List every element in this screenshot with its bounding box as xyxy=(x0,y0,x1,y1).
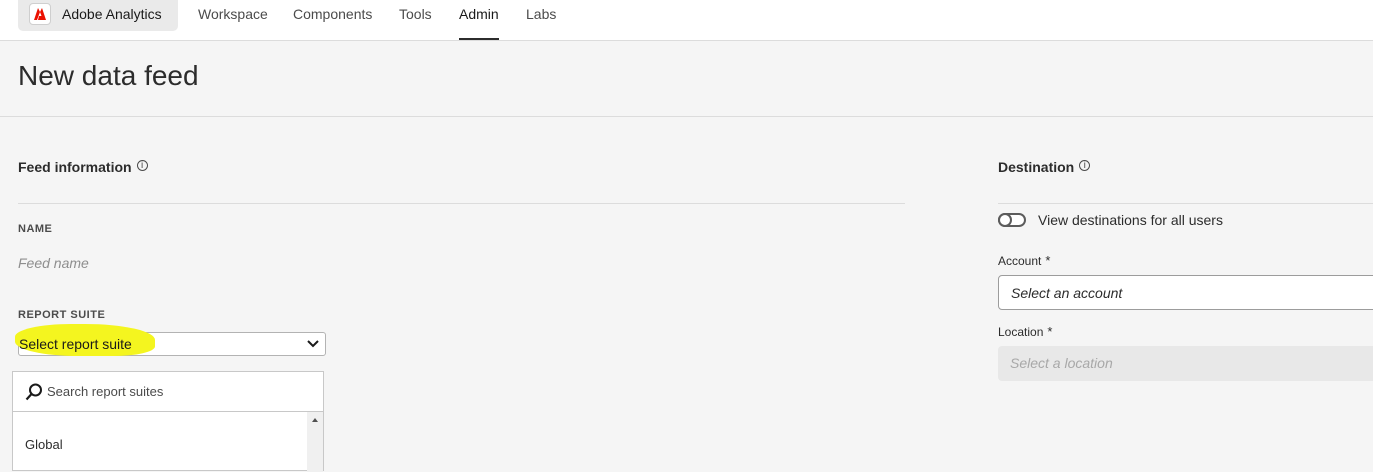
account-label: Account * xyxy=(998,253,1050,268)
report-suite-search[interactable]: Search report suites xyxy=(13,372,323,412)
location-label: Location * xyxy=(998,324,1052,339)
location-select[interactable]: Select a location xyxy=(998,346,1373,381)
report-suite-value: Select report suite xyxy=(19,336,132,352)
app-name: Adobe Analytics xyxy=(62,6,162,22)
feed-name-input[interactable]: Feed name xyxy=(18,255,89,271)
destination-heading: Destination i xyxy=(998,159,1091,175)
nav-tools[interactable]: Tools xyxy=(399,6,432,40)
nav-labs[interactable]: Labs xyxy=(526,6,556,40)
feed-information-title: Feed information xyxy=(18,159,132,175)
location-placeholder: Select a location xyxy=(1010,355,1113,371)
top-navigation: Adobe Analytics Workspace Components Too… xyxy=(0,0,1373,41)
section-divider xyxy=(18,203,905,204)
account-placeholder: Select an account xyxy=(1011,285,1123,301)
required-indicator: * xyxy=(1047,324,1053,339)
nav-admin[interactable]: Admin xyxy=(459,6,499,40)
view-all-destinations-toggle[interactable] xyxy=(998,213,1026,227)
header-divider xyxy=(0,116,1373,117)
toggle-label: View destinations for all users xyxy=(1038,212,1223,228)
info-icon[interactable]: i xyxy=(1079,160,1091,171)
name-label: NAME xyxy=(18,223,53,235)
option-global[interactable]: Global xyxy=(25,437,63,452)
feed-information-heading: Feed information i xyxy=(18,159,148,175)
nav-workspace[interactable]: Workspace xyxy=(198,6,268,40)
account-select[interactable]: Select an account xyxy=(998,275,1373,310)
info-icon[interactable]: i xyxy=(136,160,148,171)
app-switcher[interactable]: Adobe Analytics xyxy=(18,0,178,31)
search-placeholder: Search report suites xyxy=(47,384,164,399)
report-suite-dropdown: Search report suites Global xyxy=(12,371,324,472)
report-suite-select[interactable]: Select report suite xyxy=(15,324,326,356)
toggle-knob xyxy=(998,213,1012,227)
search-icon xyxy=(25,383,42,401)
scroll-up-arrow-icon[interactable] xyxy=(312,418,318,422)
destination-divider xyxy=(998,203,1373,204)
nav-components[interactable]: Components xyxy=(293,6,372,40)
adobe-logo-icon xyxy=(29,3,51,25)
required-indicator: * xyxy=(1045,253,1051,268)
report-suite-label: REPORT SUITE xyxy=(18,309,106,321)
destination-title: Destination xyxy=(998,159,1075,175)
account-label-text: Account xyxy=(998,254,1042,268)
chevron-down-icon xyxy=(307,340,319,348)
location-label-text: Location xyxy=(998,325,1044,339)
page-title: New data feed xyxy=(18,60,199,91)
